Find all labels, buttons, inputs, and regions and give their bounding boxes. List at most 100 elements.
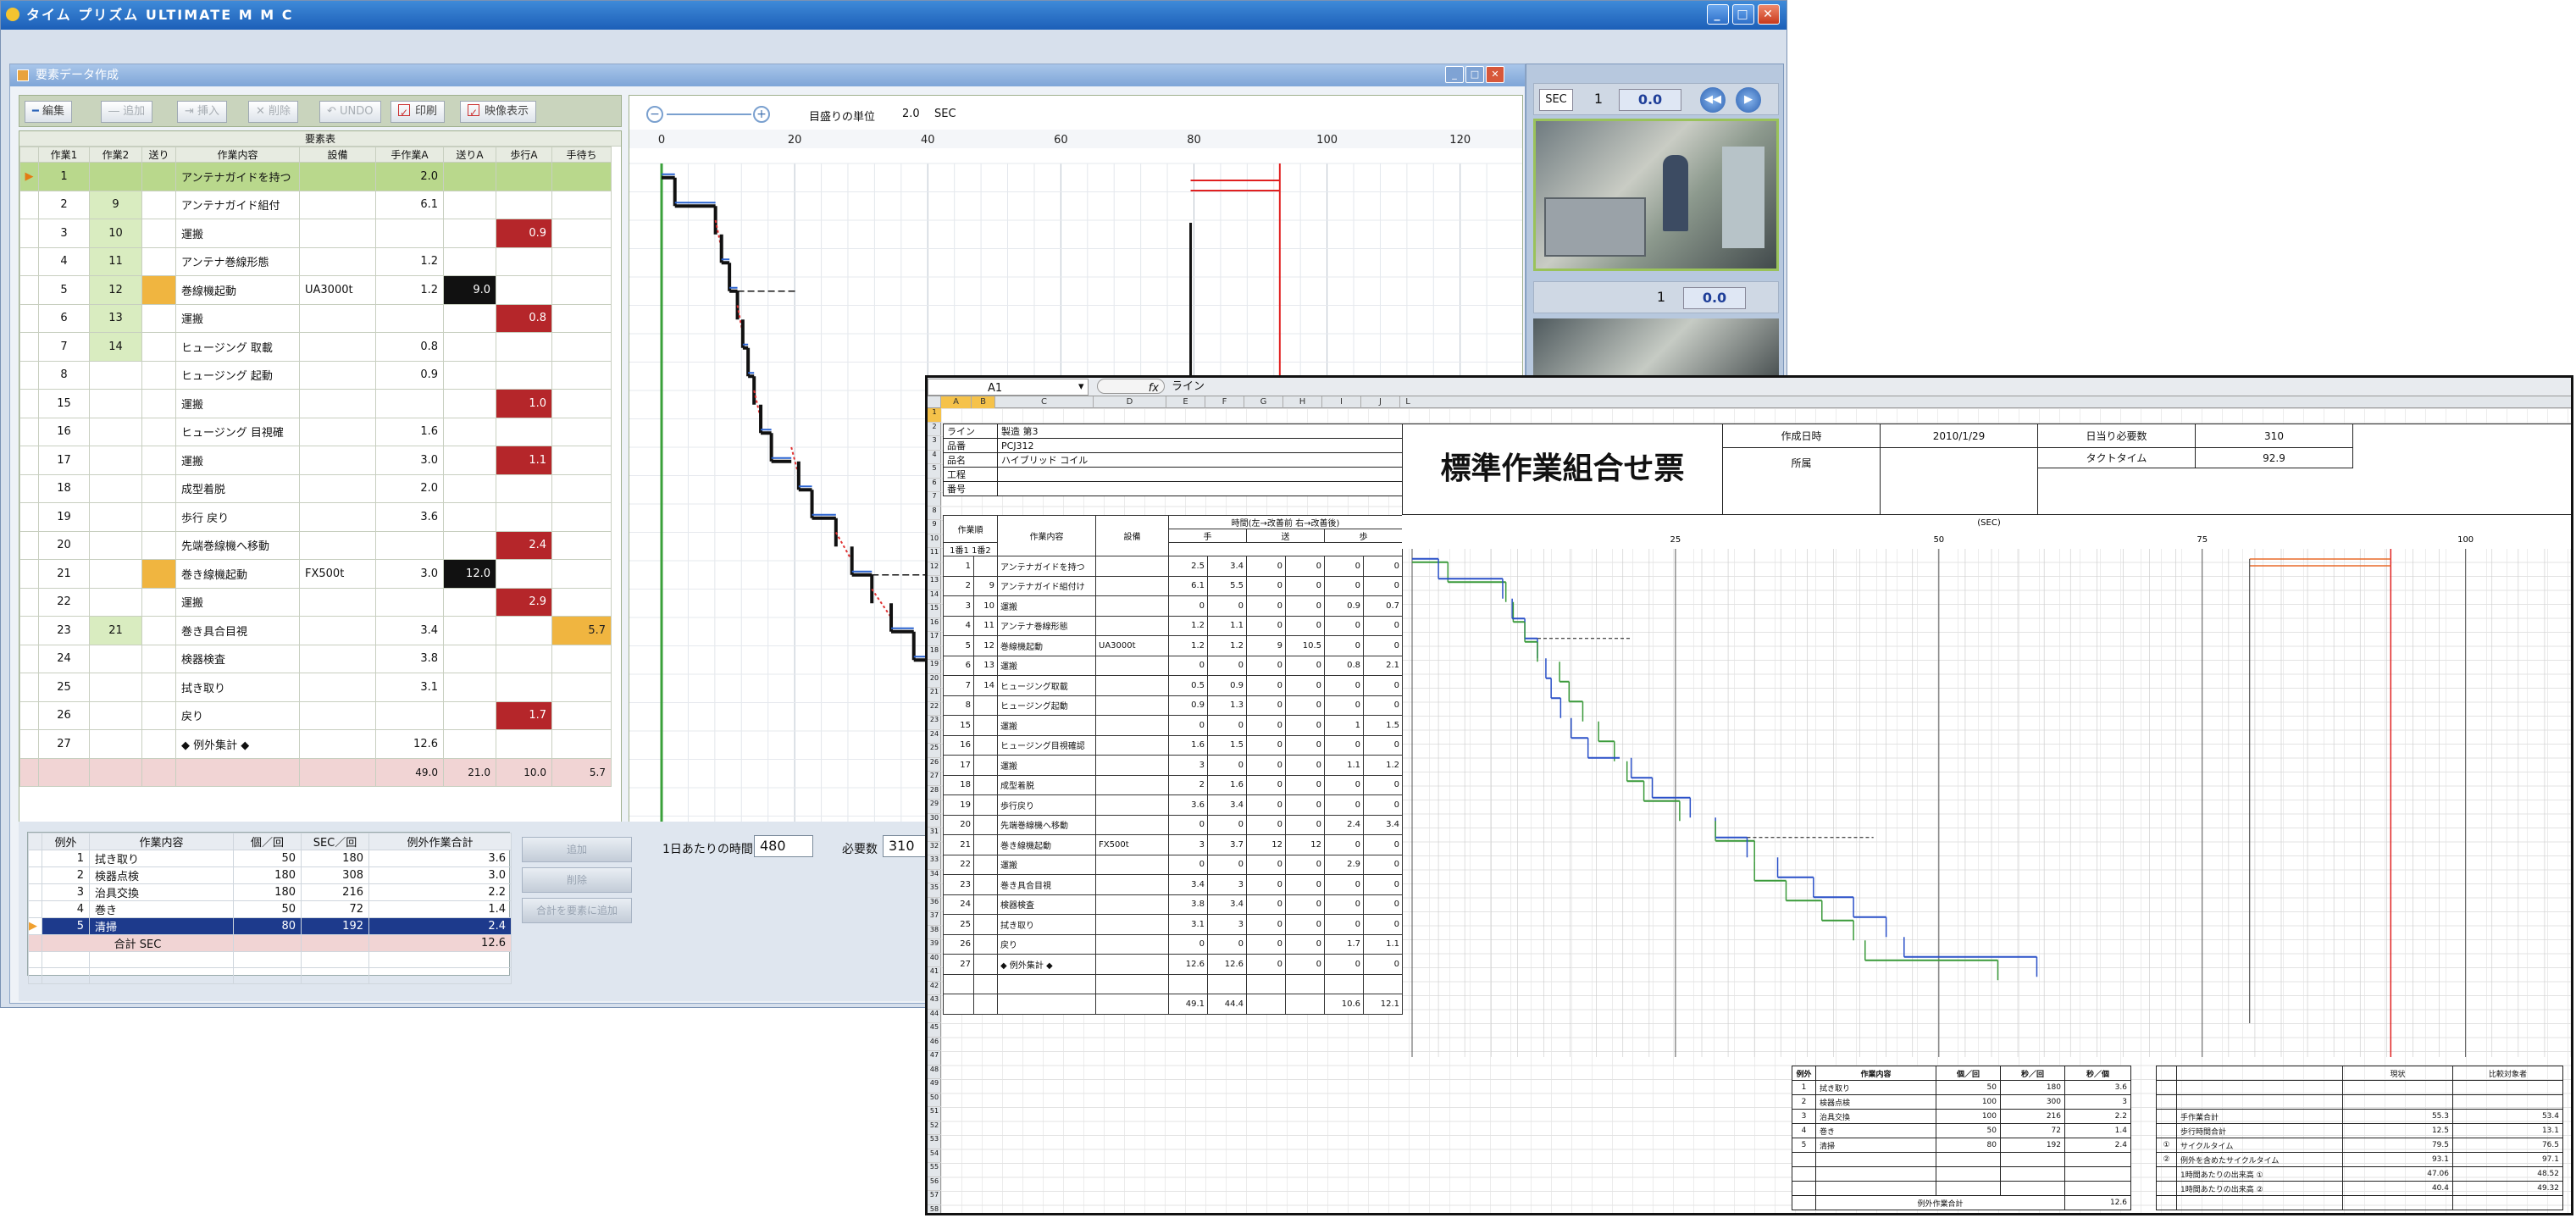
rewind-icon[interactable]: ◀◀ bbox=[1700, 87, 1726, 113]
xl-cell-k[interactable]: 0 bbox=[1324, 774, 1364, 795]
xl-cell-b[interactable] bbox=[973, 954, 998, 975]
cell-work2[interactable]: 14 bbox=[89, 332, 142, 362]
xl-cell-j[interactable]: 12 bbox=[1285, 834, 1325, 855]
cell-wait[interactable] bbox=[551, 502, 612, 532]
table-row[interactable]: 20 先端巻線機へ移動 0 0 0 0 2.4 3.4 bbox=[943, 814, 1404, 835]
xl-cell-l[interactable]: 2.1 bbox=[1362, 655, 1404, 676]
xl-sum-cell-mark[interactable] bbox=[2156, 1080, 2177, 1095]
xl-sum-cell-v1[interactable]: 79.5 bbox=[2342, 1138, 2453, 1153]
cell-work1[interactable]: 15 bbox=[38, 389, 90, 418]
xl-cell-j[interactable]: 0 bbox=[1285, 854, 1325, 875]
column-letter[interactable]: J bbox=[1361, 396, 1400, 408]
xl-cell-j[interactable]: 0 bbox=[1285, 675, 1325, 696]
cell-hand[interactable]: 2.0 bbox=[375, 162, 444, 191]
xl-cell-g[interactable]: 0.5 bbox=[1168, 675, 1208, 696]
xl-cell-d[interactable]: ヒュージング目視確認 bbox=[997, 734, 1096, 756]
cell-hand[interactable] bbox=[375, 700, 444, 730]
xl-sum-row[interactable]: 1時間あたりの出来高 ② 40.4 49.32 bbox=[2156, 1181, 2563, 1196]
cell-walk[interactable] bbox=[496, 559, 552, 589]
row-number[interactable]: 29 bbox=[928, 800, 941, 814]
cell-equip[interactable] bbox=[299, 700, 376, 730]
cell-equip[interactable] bbox=[299, 417, 376, 446]
xl-cell-l[interactable]: 0 bbox=[1362, 834, 1404, 855]
cell-work1[interactable]: 20 bbox=[38, 530, 90, 560]
xl-sum-cell-v2[interactable] bbox=[2452, 1094, 2563, 1110]
cell-wait[interactable] bbox=[551, 729, 612, 759]
xl-exc-cell[interactable]: 72 bbox=[2000, 1123, 2065, 1138]
xl-cell-h[interactable]: 3.7 bbox=[1207, 834, 1247, 855]
xl-cell-b[interactable] bbox=[973, 894, 998, 915]
xl-sum-row[interactable]: 1時間あたりの出来高 ① 47.06 48.52 bbox=[2156, 1166, 2563, 1182]
exc-cell-sec[interactable]: 180 bbox=[301, 850, 369, 867]
xl-cell-j[interactable]: 0 bbox=[1285, 933, 1325, 955]
cell-desc[interactable]: アンテナガイドを持つ bbox=[175, 162, 300, 191]
table-row[interactable]: 17 運搬 3 0 0 0 1.1 1.2 bbox=[943, 755, 1404, 776]
xl-cell-d[interactable]: 成型着脱 bbox=[997, 774, 1096, 795]
cell-work1[interactable]: 3 bbox=[38, 219, 90, 248]
xl-cell-h[interactable]: 0 bbox=[1207, 933, 1247, 955]
cell-hand[interactable]: 12.6 bbox=[375, 729, 444, 759]
exc-cell-sec[interactable]: 216 bbox=[301, 883, 369, 901]
cell-feed[interactable] bbox=[443, 700, 496, 730]
xl-exc-row[interactable]: 5 清掃 80 192 2.4 bbox=[1792, 1138, 2131, 1153]
xl-cell-h[interactable]: 1.6 bbox=[1207, 774, 1247, 795]
xl-cell-k[interactable]: 1.7 bbox=[1324, 933, 1364, 955]
xl-cell-j[interactable]: 0 bbox=[1285, 655, 1325, 676]
cell-feed[interactable] bbox=[443, 332, 496, 362]
cell-walk[interactable] bbox=[496, 332, 552, 362]
table-row[interactable]: 23 巻き具合目視 3.4 3 0 0 0 0 bbox=[943, 874, 1404, 895]
xl-exc-cell[interactable]: 1.4 bbox=[2064, 1123, 2131, 1138]
row-number[interactable]: 17 bbox=[928, 632, 941, 646]
xl-cell-j[interactable]: 0 bbox=[1285, 595, 1325, 617]
cell-walk[interactable] bbox=[496, 190, 552, 219]
xl-exc-cell[interactable]: 2 bbox=[1792, 1094, 1816, 1110]
xl-cell-i[interactable]: 0 bbox=[1246, 874, 1286, 895]
xl-sum-cell-v2[interactable]: 48.52 bbox=[2452, 1166, 2563, 1182]
xl-sum-cell-v2[interactable] bbox=[2452, 1080, 2563, 1095]
table-row[interactable]: 4 11 アンテナ巻線形態 1.2 bbox=[19, 246, 612, 276]
xl-cell-g[interactable]: 1.6 bbox=[1168, 734, 1208, 756]
xl-cell-g[interactable]: 3.1 bbox=[1168, 914, 1208, 935]
row-number[interactable]: 13 bbox=[928, 576, 941, 590]
cell-walk[interactable] bbox=[496, 473, 552, 503]
cell-feed-mark[interactable] bbox=[141, 275, 176, 305]
xl-cell-k[interactable]: 0 bbox=[1324, 834, 1364, 855]
cell-work1[interactable]: 18 bbox=[38, 473, 90, 503]
table-row[interactable]: 24 検器検査 3.8 3.4 0 0 0 0 bbox=[943, 894, 1404, 915]
cell-hand[interactable] bbox=[375, 303, 444, 333]
cell-feed-mark[interactable] bbox=[141, 729, 176, 759]
xl-cell-h[interactable]: 0 bbox=[1207, 814, 1247, 835]
cell-walk[interactable] bbox=[496, 246, 552, 276]
exc-cell-desc[interactable]: 清掃 bbox=[89, 917, 234, 935]
row-number[interactable]: 32 bbox=[928, 842, 941, 855]
cell-feed[interactable] bbox=[443, 360, 496, 390]
xl-cell-e[interactable] bbox=[1095, 655, 1169, 676]
cell-work2[interactable] bbox=[89, 360, 142, 390]
xl-cell-a[interactable]: 25 bbox=[943, 914, 974, 935]
xl-cell-a[interactable]: 22 bbox=[943, 854, 974, 875]
xl-cell-a[interactable]: 4 bbox=[943, 615, 974, 636]
xl-cell-g[interactable]: 0 bbox=[1168, 933, 1208, 955]
cell-desc[interactable]: 歩行 戻り bbox=[175, 502, 300, 532]
xl-cell-k[interactable]: 0 bbox=[1324, 575, 1364, 596]
dept-value[interactable] bbox=[1881, 448, 2038, 514]
column-letter[interactable]: A bbox=[941, 396, 972, 408]
xl-cell-e[interactable] bbox=[1095, 794, 1169, 816]
row-number[interactable]: 6 bbox=[928, 479, 941, 492]
xl-cell-d[interactable]: 歩行戻り bbox=[997, 794, 1096, 816]
cell-hand[interactable] bbox=[375, 587, 444, 617]
xl-cell-a[interactable]: 7 bbox=[943, 675, 974, 696]
xl-cell-g[interactable]: 12.6 bbox=[1168, 954, 1208, 975]
cell-walk[interactable] bbox=[496, 644, 552, 673]
cell-feed[interactable] bbox=[443, 446, 496, 475]
cell-work1[interactable]: 22 bbox=[38, 587, 90, 617]
xl-exc-cell[interactable]: 清掃 bbox=[1815, 1138, 1936, 1153]
xl-cell-d[interactable]: アンテナガイドを持つ bbox=[997, 556, 1096, 577]
xl-cell-i[interactable]: 0 bbox=[1246, 675, 1286, 696]
xl-cell-g[interactable]: 3 bbox=[1168, 834, 1208, 855]
video-show-checkbox[interactable]: 映像表示 bbox=[460, 101, 537, 123]
xl-cell-d[interactable]: ヒュージング起動 bbox=[997, 695, 1096, 716]
xl-cell-h[interactable]: 3 bbox=[1207, 874, 1247, 895]
xl-cell-e[interactable] bbox=[1095, 954, 1169, 975]
xl-cell-e[interactable] bbox=[1095, 755, 1169, 776]
